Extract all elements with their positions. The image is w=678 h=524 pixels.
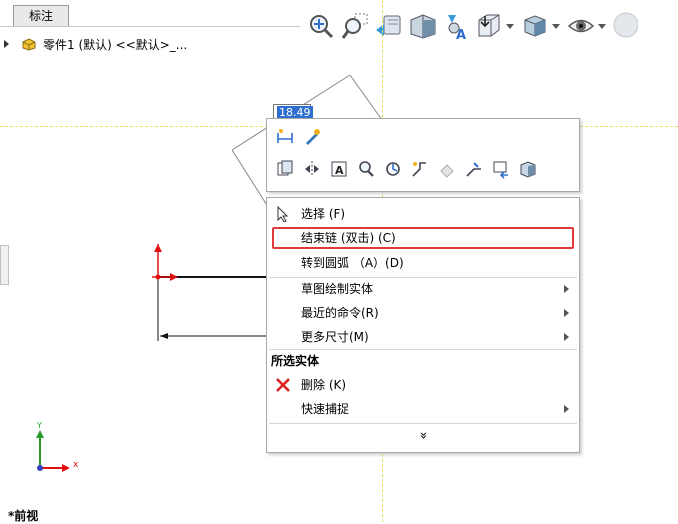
menu-section-title: 所选实体 (271, 354, 320, 368)
menu-item-label: 草图绘制实体 (301, 282, 374, 296)
expand-menu-chevron-icon[interactable]: » (415, 432, 430, 440)
triad-x-label: x (73, 460, 79, 470)
extension-line (349, 74, 383, 121)
triad-arrow-icon (62, 464, 70, 472)
extend-tool-button[interactable] (462, 157, 486, 181)
triad-arrow-icon (36, 430, 44, 438)
menu-item-label: 转到圆弧 （A）(D) (301, 256, 404, 270)
svg-text:A: A (335, 164, 344, 177)
menu-item-sketch-entities[interactable]: 草图绘制实体 (267, 277, 579, 301)
menu-item-more-dimensions[interactable]: 更多尺寸(M) (267, 325, 579, 349)
menu-item-quick-snaps[interactable]: 快速捕捉 (267, 397, 579, 421)
menu-item-select[interactable]: 选择 (F) (267, 202, 579, 226)
context-menu: 选择 (F) 结束链 (双击) (C) 转到圆弧 （A）(D) 草图绘制实体 最… (266, 197, 580, 453)
dimension-icon (277, 129, 293, 143)
submenu-arrow-icon (564, 285, 569, 293)
menu-item-label: 快速捕捉 (301, 402, 350, 416)
menu-item-label: 结束链 (双击) (C) (301, 231, 396, 245)
copy-entities-icon (277, 160, 293, 176)
menu-item-recent-commands[interactable]: 最近的命令(R) (267, 301, 579, 325)
undo-button[interactable] (489, 157, 513, 181)
rotate-icon (386, 162, 400, 176)
arrow-head (160, 333, 168, 339)
panel-collapse-handle[interactable] (0, 245, 9, 285)
triad-origin (37, 465, 43, 471)
cursor-arrow-icon (277, 206, 289, 222)
menu-item-go-to-arc[interactable]: 转到圆弧 （A）(D) (267, 251, 579, 275)
sketch-tool-icon (306, 129, 320, 145)
menu-item-delete[interactable]: 删除 (K) (267, 373, 579, 397)
trim-tool-button[interactable] (408, 157, 432, 181)
undo-icon (493, 161, 508, 179)
delete-x-icon (276, 378, 290, 392)
menu-item-end-chain[interactable]: 结束链 (双击) (C) (267, 226, 579, 250)
submenu-arrow-icon (564, 333, 569, 341)
origin-point (155, 274, 161, 280)
add-text-button[interactable]: A (327, 157, 351, 181)
triad-y-label: Y (37, 421, 42, 430)
submenu-arrow-icon (564, 405, 569, 413)
menu-item-label: 选择 (F) (301, 207, 346, 221)
text-icon: A (331, 161, 347, 177)
eraser-icon (440, 164, 454, 178)
zoom-selection-button[interactable] (354, 157, 378, 181)
disabled-tool-button[interactable] (435, 157, 459, 181)
zoom-icon (359, 161, 374, 177)
submenu-arrow-icon (564, 309, 569, 317)
mirror-entities-button[interactable] (300, 157, 324, 181)
origin-arrow-icon (170, 273, 178, 281)
sketch-tool-button[interactable] (300, 125, 324, 149)
convert-entities-button[interactable] (273, 157, 297, 181)
extension-line (231, 149, 271, 211)
menu-item-label: 删除 (K) (301, 378, 347, 392)
component-icon (520, 161, 536, 178)
mirror-icon (305, 161, 319, 177)
origin-arrow-icon (154, 244, 162, 252)
menu-separator (269, 423, 577, 424)
view-name-label: *前视 (8, 509, 39, 523)
trim-icon (412, 162, 426, 177)
component-button[interactable] (516, 157, 540, 181)
context-toolbar: A (266, 118, 580, 192)
extend-icon (466, 162, 481, 177)
menu-item-label: 更多尺寸(M) (301, 330, 369, 344)
smart-dimension-button[interactable] (273, 125, 297, 149)
rotate-view-button[interactable] (381, 157, 405, 181)
menu-item-label: 最近的命令(R) (301, 306, 379, 320)
